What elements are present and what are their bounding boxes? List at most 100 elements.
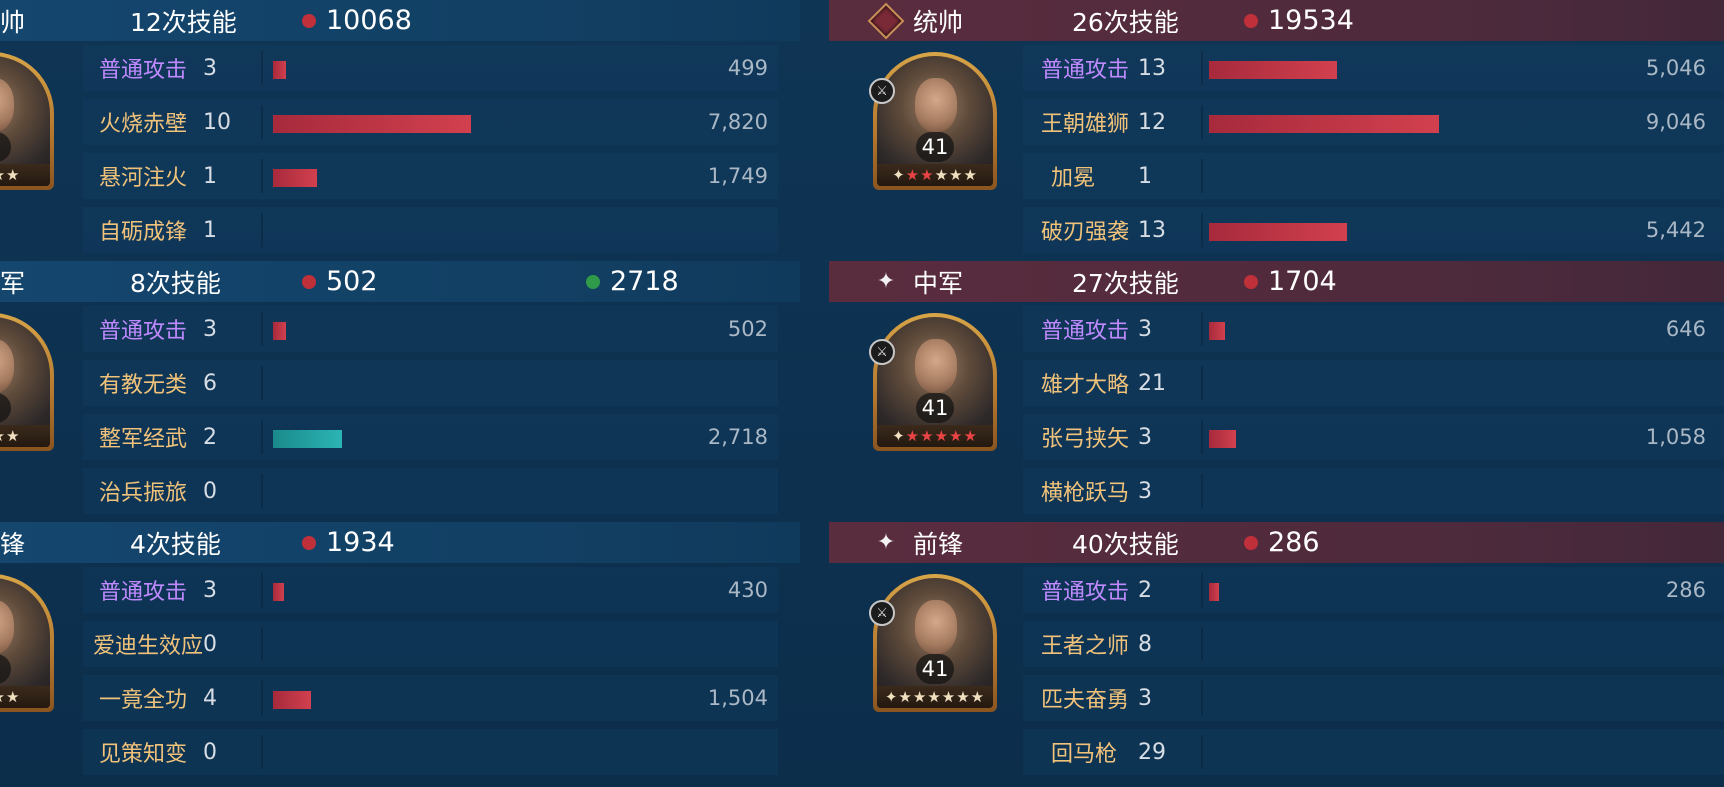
skill-row[interactable]: 治兵振旅 0 (83, 468, 778, 514)
skill-count: 13 (1138, 217, 1166, 243)
hero-portrait[interactable]: 1✦★★★ (0, 52, 54, 190)
damage-dot-icon (302, 274, 316, 289)
skill-row[interactable]: 见策知变 0 (83, 729, 778, 775)
skill-row[interactable]: 王者之师 8 (1023, 621, 1724, 667)
hero-avatar: 41 ✦★★★★★ (877, 56, 993, 186)
left-section-0: 帅12次技能100681✦★★★普通攻击3499火烧赤壁107,820悬河注火1… (0, 0, 800, 260)
skill-damage-bar (273, 169, 317, 187)
skill-row[interactable]: 加冕 1 (1023, 153, 1724, 199)
weapon-icon: ⚔ (869, 78, 895, 104)
damage-total: 502 (302, 266, 378, 297)
skill-count: 3 (1138, 316, 1152, 342)
left-section-2: 锋4次技能19341✦★★★普通攻击3430爱迪生效应0一竟全功41,504见策… (0, 522, 800, 782)
hero-stars: ✦★★★ (0, 425, 50, 447)
skill-row[interactable]: 张弓挟矢 3 1,058 (1023, 414, 1724, 460)
skill-cast-count: 8次技能 (130, 268, 221, 298)
skill-row[interactable]: 王朝雄狮 12 9,046 (1023, 99, 1724, 145)
row-divider (1201, 573, 1203, 607)
damage-total: 1704 (1244, 266, 1337, 297)
skill-row[interactable]: 回马枪 29 (1023, 729, 1724, 775)
section-header: ✦ 前锋 40次技能 286 (829, 522, 1724, 563)
skill-row[interactable]: 有教无类 6 (83, 360, 778, 406)
section-header: 军 8次技能 502 2718 (0, 261, 800, 302)
hero-portrait[interactable]: 1✦★★★ (0, 574, 54, 712)
skill-row[interactable]: 整军经武 2 2,718 (83, 414, 778, 460)
damage-dot-icon (302, 13, 316, 28)
damage-total: 1934 (302, 527, 395, 558)
hero-portrait[interactable]: 41 ✦★★★★★★ (873, 574, 997, 712)
row-divider (261, 681, 263, 715)
skill-damage-bar (273, 61, 286, 79)
skill-row[interactable]: 普通攻击 2 286 (1023, 567, 1724, 613)
skill-row[interactable]: 爱迪生效应 0 (83, 621, 778, 667)
skill-damage-bar (1209, 115, 1439, 133)
hero-level: 1 (0, 132, 11, 162)
skill-name: 破刃强袭 (1041, 220, 1130, 245)
role-label: 统帅 (913, 7, 964, 37)
row-divider (1201, 366, 1203, 400)
skill-value: 1,504 (707, 686, 768, 710)
row-divider (261, 627, 263, 661)
heal-total: 2718 (586, 266, 679, 297)
skill-row[interactable]: 普通攻击 13 5,046 (1023, 45, 1724, 91)
skill-cast-count: 12次技能 (130, 7, 237, 37)
skill-row[interactable]: 普通攻击 3 499 (83, 45, 778, 91)
skill-row[interactable]: 悬河注火 1 1,749 (83, 153, 778, 199)
skill-name: 王者之师 (1041, 634, 1130, 659)
skill-count: 3 (203, 55, 217, 81)
row-divider (1201, 213, 1203, 247)
skill-name: 匹夫奋勇 (1041, 688, 1130, 713)
hero-portrait[interactable]: 1✦★★★ (0, 313, 54, 451)
skill-count: 3 (1138, 685, 1152, 711)
skill-row[interactable]: 普通攻击 3 502 (83, 306, 778, 352)
skill-count: 1 (203, 217, 217, 243)
skill-name: 雄才大略 (1041, 373, 1130, 398)
right-section-1: ✦ 中军 27次技能 1704 41 ✦★★★★★ ⚔ 普通攻击 3 646 雄才大略 21 张弓挟矢 3… (829, 261, 1724, 521)
skill-row[interactable]: 横枪跃马 3 (1023, 468, 1724, 514)
skill-count: 4 (203, 685, 217, 711)
skill-row[interactable]: 破刃强袭 13 5,442 (1023, 207, 1724, 253)
skill-cast-count: 26次技能 (1072, 7, 1179, 37)
section-header: 锋 4次技能 1934 (0, 522, 800, 563)
skill-name: 见策知变 (99, 742, 188, 767)
hero-portrait[interactable]: 41 ✦★★★★★ (873, 52, 997, 190)
skill-damage-bar (1209, 223, 1347, 241)
skill-row[interactable]: 匹夫奋勇 3 (1023, 675, 1724, 721)
right-section-2: ✦ 前锋 40次技能 286 41 ✦★★★★★★ ⚔ 普通攻击 2 286 王者之师 8 匹夫奋勇 3 回… (829, 522, 1724, 782)
skill-value: 646 (1665, 317, 1706, 341)
skill-cast-count: 40次技能 (1072, 529, 1179, 559)
row-divider (261, 51, 263, 85)
hero-avatar: 41 ✦★★★★★★ (877, 578, 993, 708)
hero-level: 41 (916, 393, 954, 423)
damage-total: 10068 (302, 5, 412, 36)
skill-count: 0 (203, 739, 217, 765)
skill-count: 8 (1138, 631, 1152, 657)
skill-row[interactable]: 普通攻击 3 430 (83, 567, 778, 613)
skill-row[interactable]: 普通攻击 3 646 (1023, 306, 1724, 352)
hero-level: 41 (916, 654, 954, 684)
role-label: 帅 (0, 7, 26, 37)
skill-row[interactable]: 自砺成锋 1 (83, 207, 778, 253)
skill-damage-bar (273, 691, 311, 709)
skill-value: 286 (1665, 578, 1706, 602)
skill-damage-bar (1209, 430, 1236, 448)
skill-count: 1 (1138, 163, 1152, 189)
skill-damage-bar (273, 583, 284, 601)
skill-count: 29 (1138, 739, 1166, 765)
hero-level: 41 (916, 132, 954, 162)
skill-row[interactable]: 雄才大略 21 (1023, 360, 1724, 406)
section-header: 帅 12次技能 10068 (0, 0, 800, 41)
skill-name: 悬河注火 (99, 166, 188, 191)
skill-row[interactable]: 一竟全功 4 1,504 (83, 675, 778, 721)
row-divider (261, 105, 263, 139)
star-burst-icon: ✦ (876, 530, 896, 555)
damage-dot-icon (1244, 535, 1258, 550)
hero-portrait[interactable]: 41 ✦★★★★★ (873, 313, 997, 451)
skill-row[interactable]: 火烧赤壁 10 7,820 (83, 99, 778, 145)
skill-count: 3 (203, 577, 217, 603)
skill-name: 整军经武 (99, 427, 188, 452)
skill-damage-bar (273, 430, 342, 448)
row-divider (261, 366, 263, 400)
skill-damage-bar (1209, 583, 1219, 601)
skill-value: 430 (727, 578, 768, 602)
